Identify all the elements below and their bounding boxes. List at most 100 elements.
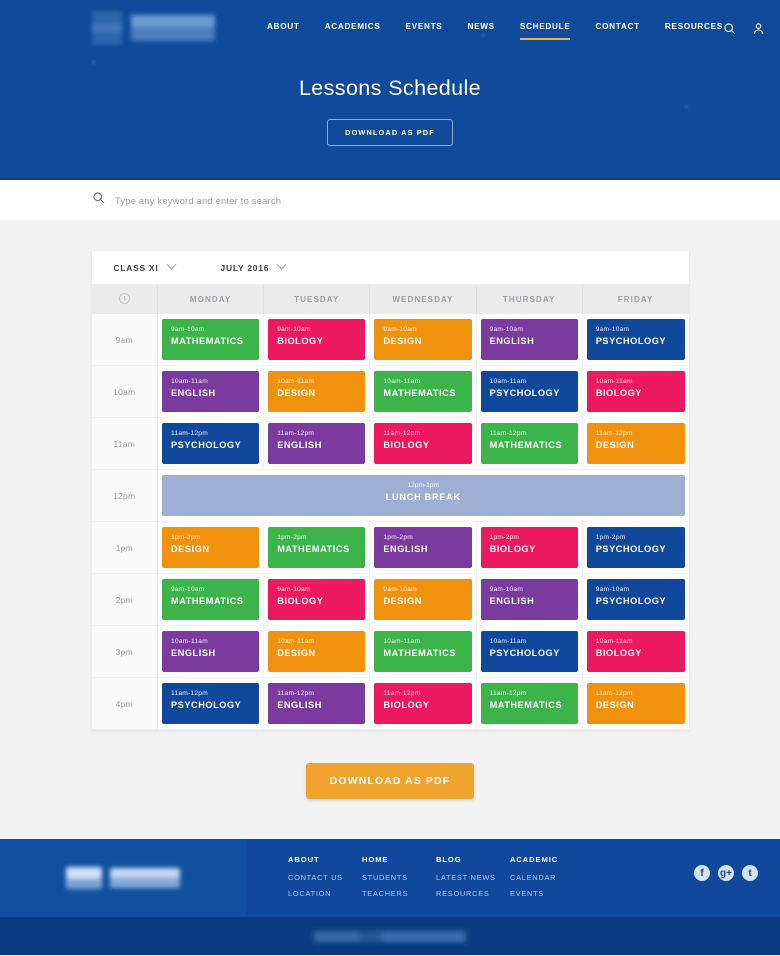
lesson-block-psychology[interactable]: 10am-11am PSYCHOLOGY	[480, 631, 578, 672]
footer-link-contact-us[interactable]: CONTACT US	[288, 873, 362, 882]
schedule-slot[interactable]: 11am-12pm ENGLISH	[263, 417, 371, 470]
search-icon[interactable]	[92, 191, 105, 209]
schedule-slot[interactable]: 10am-11am MATHEMATICS	[369, 625, 477, 678]
schedule-slot[interactable]: 1pm-2pm BIOLOGY	[476, 521, 583, 574]
schedule-slot[interactable]: 11am-12pm PSYCHOLOGY	[157, 677, 265, 730]
lesson-block-biology[interactable]: 11am-12pm BIOLOGY	[374, 423, 472, 464]
schedule-slot[interactable]: 11am-12pm ENGLISH	[263, 677, 371, 730]
hero-download-pdf-button[interactable]: DOWNLOAD AS PDF	[327, 119, 453, 146]
nav-item-about[interactable]: ABOUT	[267, 22, 300, 35]
nav-item-academics[interactable]: ACADEMICS	[325, 22, 381, 35]
lesson-block-psychology[interactable]: 11am-12pm PSYCHOLOGY	[162, 423, 260, 464]
schedule-slot[interactable]: 1pm-2pm ENGLISH	[369, 521, 477, 574]
schedule-slot[interactable]: 9am-10am ENGLISH	[476, 573, 583, 626]
schedule-slot[interactable]: 9am-10am BIOLOGY	[263, 573, 371, 626]
nav-item-contact[interactable]: CONTACT	[595, 22, 639, 35]
lesson-block-mathematics[interactable]: 10am-11am MATHEMATICS	[374, 631, 472, 672]
lesson-block-english[interactable]: 11am-12pm ENGLISH	[268, 683, 366, 724]
lesson-block-mathematics[interactable]: 11am-12pm MATHEMATICS	[480, 423, 578, 464]
lesson-block-english[interactable]: 1pm-2pm ENGLISH	[374, 527, 472, 568]
schedule-slot[interactable]: 11am-12pm DESIGN	[582, 677, 689, 730]
schedule-slot[interactable]: 11am-12pm BIOLOGY	[369, 417, 477, 470]
schedule-slot[interactable]: 10am-11am ENGLISH	[157, 365, 265, 418]
lesson-block-psychology[interactable]: 10am-11am PSYCHOLOGY	[480, 371, 578, 412]
google-plus-icon[interactable]: g+	[718, 865, 734, 881]
lunch-break-cell[interactable]: 12pm-1pm LUNCH BREAK	[157, 469, 689, 522]
schedule-slot[interactable]: 10am-11am PSYCHOLOGY	[476, 365, 583, 418]
lesson-block-english[interactable]: 10am-11am ENGLISH	[162, 371, 260, 412]
lesson-block-biology[interactable]: 9am-10am BIOLOGY	[268, 579, 366, 620]
class-filter-dropdown[interactable]: CLASS XI	[114, 259, 176, 273]
user-icon[interactable]	[752, 22, 765, 35]
schedule-slot[interactable]: 11am-12pm DESIGN	[582, 417, 689, 470]
schedule-slot[interactable]: 9am-10am ENGLISH	[476, 314, 583, 366]
twitter-icon[interactable]: t	[742, 865, 758, 881]
lesson-block-design[interactable]: 9am-10am DESIGN	[374, 579, 472, 620]
nav-item-news[interactable]: NEWS	[467, 22, 494, 35]
schedule-slot[interactable]: 9am-10am BIOLOGY	[263, 314, 371, 366]
lesson-block-biology[interactable]: 9am-10am BIOLOGY	[268, 319, 366, 360]
lesson-subject: MATHEMATICS	[277, 544, 350, 554]
lesson-block-psychology[interactable]: 1pm-2pm PSYCHOLOGY	[586, 527, 685, 568]
lesson-block-mathematics[interactable]: 1pm-2pm MATHEMATICS	[268, 527, 366, 568]
lesson-block-design[interactable]: 11am-12pm DESIGN	[586, 423, 685, 464]
schedule-slot[interactable]: 9am-10am DESIGN	[369, 314, 477, 366]
lesson-block-psychology[interactable]: 9am-10am PSYCHOLOGY	[586, 319, 685, 360]
footer-link-latest-news[interactable]: LATEST NEWS	[436, 873, 510, 882]
lesson-block-mathematics[interactable]: 10am-11am MATHEMATICS	[374, 371, 472, 412]
schedule-slot[interactable]: 1pm-2pm MATHEMATICS	[263, 521, 371, 574]
schedule-slot[interactable]: 11am-12pm MATHEMATICS	[476, 417, 583, 470]
nav-item-events[interactable]: EVENTS	[406, 22, 443, 35]
lesson-block-biology[interactable]: 10am-11am BIOLOGY	[586, 371, 685, 412]
search-icon[interactable]	[723, 22, 736, 35]
footer-link-events[interactable]: EVENTS	[510, 889, 584, 898]
lesson-block-english[interactable]: 11am-12pm ENGLISH	[268, 423, 366, 464]
lesson-block-mathematics[interactable]: 9am-10am MATHEMATICS	[162, 579, 260, 620]
month-filter-dropdown[interactable]: JULY 2016	[221, 259, 287, 273]
footer-link-resources[interactable]: RESOURCES	[436, 889, 510, 898]
download-pdf-button[interactable]: DOWNLOAD AS PDF	[305, 763, 475, 799]
lesson-block-design[interactable]: 10am-11am DESIGN	[268, 631, 366, 672]
footer-logo[interactable]	[0, 839, 246, 917]
lesson-block-design[interactable]: 10am-11am DESIGN	[268, 371, 366, 412]
schedule-slot[interactable]: 10am-11am PSYCHOLOGY	[476, 625, 583, 678]
schedule-slot[interactable]: 1pm-2pm PSYCHOLOGY	[582, 521, 689, 574]
schedule-slot[interactable]: 10am-11am BIOLOGY	[582, 625, 689, 678]
lesson-block-biology[interactable]: 11am-12pm BIOLOGY	[374, 683, 472, 724]
footer-link-calendar[interactable]: CALENDAR	[510, 873, 584, 882]
lesson-block-design[interactable]: 11am-12pm DESIGN	[586, 683, 685, 724]
schedule-slot[interactable]: 11am-12pm BIOLOGY	[369, 677, 477, 730]
lesson-block-biology[interactable]: 1pm-2pm BIOLOGY	[480, 527, 578, 568]
footer-link-teachers[interactable]: TEACHERS	[362, 889, 436, 898]
lesson-block-psychology[interactable]: 11am-12pm PSYCHOLOGY	[162, 683, 260, 724]
lesson-block-design[interactable]: 1pm-2pm DESIGN	[162, 527, 260, 568]
schedule-slot[interactable]: 9am-10am MATHEMATICS	[157, 314, 265, 366]
lesson-block-biology[interactable]: 10am-11am BIOLOGY	[586, 631, 685, 672]
search-input[interactable]	[115, 194, 535, 206]
nav-item-schedule[interactable]: SCHEDULE	[519, 22, 571, 40]
schedule-slot[interactable]: 10am-11am BIOLOGY	[582, 365, 689, 418]
site-logo[interactable]	[92, 11, 215, 45]
schedule-slot[interactable]: 11am-12pm PSYCHOLOGY	[157, 417, 265, 470]
schedule-slot[interactable]: 9am-10am MATHEMATICS	[157, 573, 265, 626]
schedule-slot[interactable]: 10am-11am MATHEMATICS	[369, 365, 477, 418]
lesson-block-english[interactable]: 9am-10am ENGLISH	[480, 579, 578, 620]
lesson-block-english[interactable]: 9am-10am ENGLISH	[480, 319, 578, 360]
schedule-slot[interactable]: 10am-11am DESIGN	[263, 625, 371, 678]
footer-link-students[interactable]: STUDENTS	[362, 873, 436, 882]
schedule-slot[interactable]: 11am-12pm MATHEMATICS	[476, 677, 583, 730]
nav-item-resources[interactable]: RESOURCES	[665, 22, 723, 35]
schedule-slot[interactable]: 10am-11am DESIGN	[263, 365, 371, 418]
schedule-slot[interactable]: 9am-10am PSYCHOLOGY	[582, 573, 689, 626]
lesson-block-psychology[interactable]: 9am-10am PSYCHOLOGY	[586, 579, 685, 620]
lesson-block-english[interactable]: 10am-11am ENGLISH	[162, 631, 260, 672]
facebook-icon[interactable]: f	[694, 865, 710, 881]
lesson-block-design[interactable]: 9am-10am DESIGN	[374, 319, 472, 360]
schedule-slot[interactable]: 9am-10am PSYCHOLOGY	[582, 314, 689, 366]
schedule-slot[interactable]: 10am-11am ENGLISH	[157, 625, 265, 678]
schedule-slot[interactable]: 1pm-2pm DESIGN	[157, 521, 265, 574]
footer-link-location[interactable]: LOCATION	[288, 889, 362, 898]
schedule-slot[interactable]: 9am-10am DESIGN	[369, 573, 477, 626]
lesson-block-mathematics[interactable]: 11am-12pm MATHEMATICS	[480, 683, 578, 724]
lesson-block-mathematics[interactable]: 9am-10am MATHEMATICS	[162, 319, 260, 360]
